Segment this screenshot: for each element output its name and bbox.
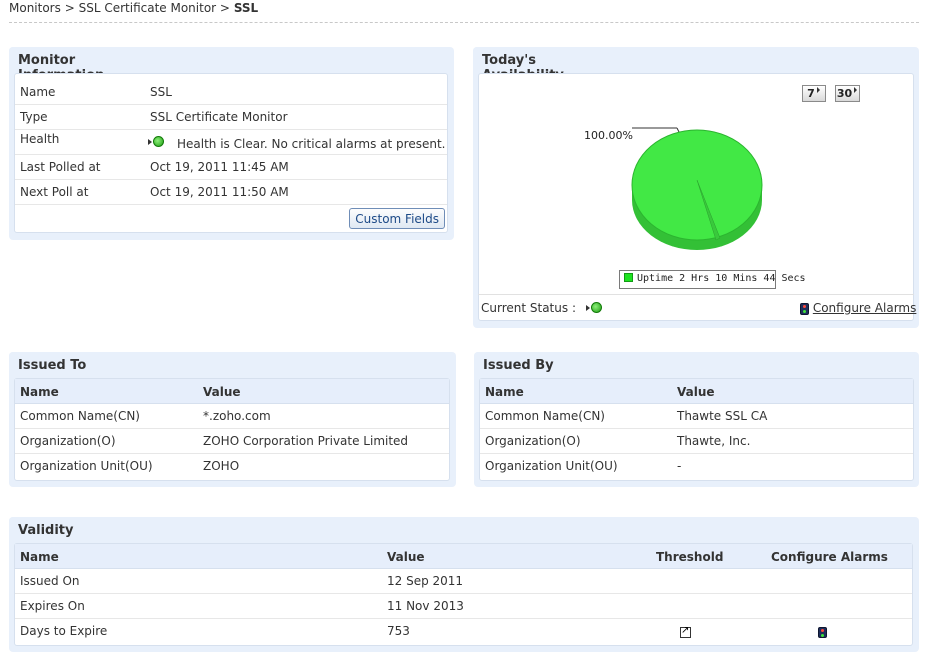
cell-value: *.zoho.com — [203, 409, 271, 423]
panel-title: Issued To — [9, 352, 115, 378]
issued-by-table: Name Value Common Name(CN) Thawte SSL CA… — [479, 378, 914, 481]
column-header-value: Value — [203, 385, 241, 399]
row-label: Name — [20, 85, 56, 99]
breadcrumb-separator: > — [219, 1, 230, 15]
table-row: Issued On 12 Sep 2011 — [15, 569, 912, 594]
row-value: Health is Clear. No critical alarms at p… — [177, 137, 446, 151]
row-label: Next Poll at — [20, 185, 89, 199]
table-row: Last Polled at Oct 19, 2011 11:45 AM — [15, 155, 447, 180]
row-value: SSL — [150, 85, 172, 99]
cell-value: 12 Sep 2011 — [387, 574, 464, 588]
row-label: Last Polled at — [20, 160, 101, 174]
table-row: Organization(O) ZOHO Corporation Private… — [15, 429, 449, 454]
cell-name: Issued On — [20, 574, 80, 588]
row-label: Type — [20, 110, 48, 124]
breadcrumb: Monitors > SSL Certificate Monitor > SSL — [9, 1, 258, 15]
row-value: SSL Certificate Monitor — [150, 110, 288, 124]
cell-name: Common Name(CN) — [485, 409, 605, 423]
configure-alarms-label: Configure Alarms — [812, 301, 917, 315]
alarm-icon — [800, 302, 809, 315]
table-header: Name Value Threshold Configure Alarms — [15, 544, 912, 569]
panel-title: Monitor Information — [9, 47, 179, 83]
table-row: Health Health is Clear. No critical alar… — [15, 130, 447, 155]
configure-alarm-icon[interactable] — [818, 625, 827, 639]
threshold-icon[interactable] — [680, 625, 691, 639]
cell-value: 753 — [387, 624, 410, 638]
column-header-threshold: Threshold — [656, 550, 724, 564]
table-header: Name Value — [15, 379, 449, 404]
legend-label: Uptime 2 Hrs 10 Mins 44 Secs — [637, 273, 806, 284]
row-value: Oct 19, 2011 11:50 AM — [150, 185, 289, 199]
column-header-value: Value — [677, 385, 715, 399]
row-label: Health — [20, 132, 60, 146]
breadcrumb-divider — [9, 22, 919, 23]
cell-value: Thawte SSL CA — [677, 409, 768, 423]
monitor-information-panel: Monitor Information Name SSL Type SSL Ce… — [9, 47, 454, 240]
cell-value: 11 Nov 2013 — [387, 599, 464, 613]
cell-name: Common Name(CN) — [20, 409, 140, 423]
cell-value: - — [677, 459, 682, 473]
issued-to-panel: Issued To Name Value Common Name(CN) *.z… — [9, 352, 456, 487]
cell-name: Organization Unit(OU) — [485, 459, 618, 473]
column-header-name: Name — [485, 385, 524, 399]
configure-alarms-link[interactable]: Configure Alarms — [800, 301, 916, 315]
cell-value: ZOHO Corporation Private Limited — [203, 434, 409, 448]
cell-name: Organization Unit(OU) — [20, 459, 153, 473]
row-value: Oct 19, 2011 11:45 AM — [150, 160, 289, 174]
column-header-name: Name — [20, 550, 59, 564]
breadcrumb-separator: > — [64, 1, 75, 15]
table-row: Common Name(CN) Thawte SSL CA — [480, 404, 913, 429]
cell-name: Days to Expire — [20, 624, 108, 638]
breadcrumb-ssl-certificate-monitor[interactable]: SSL Certificate Monitor — [79, 1, 217, 15]
table-row: Organization(O) Thawte, Inc. — [480, 429, 913, 454]
issued-to-table: Name Value Common Name(CN) *.zoho.com Or… — [14, 378, 450, 481]
period-7-label: 7 — [807, 87, 815, 100]
pie-slice-uptime — [631, 129, 763, 250]
cell-name: Organization(O) — [20, 434, 116, 448]
cell-name: Organization(O) — [485, 434, 581, 448]
table-row: Expires On 11 Nov 2013 — [15, 594, 912, 619]
column-header-configure-alarms: Configure Alarms — [771, 550, 888, 564]
custom-fields-button[interactable]: Custom Fields — [349, 208, 445, 229]
health-icon[interactable] — [148, 134, 164, 148]
table-row: Next Poll at Oct 19, 2011 11:50 AM — [15, 180, 447, 205]
validity-table: Name Value Threshold Configure Alarms Is… — [14, 543, 913, 646]
pie-data-label: 100.00% — [584, 129, 633, 142]
table-row: Name SSL — [15, 80, 447, 105]
cell-name: Expires On — [20, 599, 85, 613]
divider — [478, 294, 914, 295]
table-header: Name Value — [480, 379, 913, 404]
availability-pie-chart: 100.00% — [584, 127, 763, 250]
table-row: Type SSL Certificate Monitor — [15, 105, 447, 130]
cell-value: ZOHO — [203, 459, 240, 473]
period-30-label: 30 — [836, 87, 853, 100]
column-header-value: Value — [387, 550, 425, 564]
table-row: Days to Expire 753 — [15, 619, 912, 644]
validity-panel: Validity Name Value Threshold Configure … — [9, 517, 919, 652]
breadcrumb-monitors[interactable]: Monitors — [9, 1, 61, 15]
period-7-days-button[interactable]: 7 — [802, 85, 826, 102]
current-status-label: Current Status : — [481, 301, 576, 315]
pie-legend: Uptime 2 Hrs 10 Mins 44 Secs — [619, 270, 806, 289]
column-header-name: Name — [20, 385, 59, 399]
breadcrumb-current: SSL — [233, 1, 259, 15]
cell-value: Thawte, Inc. — [677, 434, 751, 448]
panel-title: Issued By — [474, 352, 580, 378]
period-30-days-button[interactable]: 30 — [835, 85, 860, 102]
panel-title: Today's Availability — [473, 47, 641, 83]
table-row: Organization Unit(OU) - — [480, 454, 913, 479]
panel-title: Validity — [9, 517, 99, 543]
legend-swatch-uptime — [624, 273, 633, 282]
monitor-info-table: Name SSL Type SSL Certificate Monitor He… — [14, 73, 448, 233]
table-row: Common Name(CN) *.zoho.com — [15, 404, 449, 429]
current-status-icon[interactable] — [586, 300, 602, 314]
table-row: Organization Unit(OU) ZOHO — [15, 454, 449, 479]
issued-by-panel: Issued By Name Value Common Name(CN) Tha… — [474, 352, 919, 487]
